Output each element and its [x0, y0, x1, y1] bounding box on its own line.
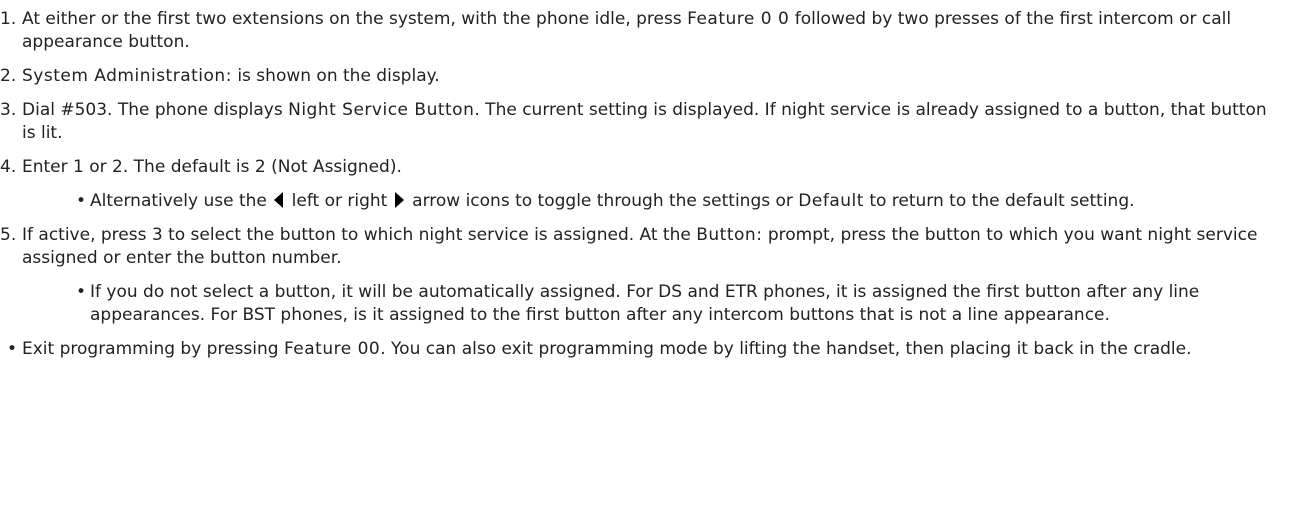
key-sequence: Feature 00: [283, 339, 381, 359]
bullet-marker: •: [7, 339, 18, 359]
exit-instruction: • Exit programming by pressing Feature 0…: [0, 338, 1282, 361]
step-4: 4. Enter 1 or 2. The default is 2 (Not A…: [0, 156, 1282, 179]
display-text: System Administration:: [22, 66, 232, 86]
step-number: 2.: [0, 66, 17, 86]
bullet-marker: •: [76, 282, 87, 302]
step-3: 3. Dial #503. The phone displays Night S…: [0, 99, 1282, 145]
key-sequence: Feature 0 0: [687, 9, 790, 29]
note-text: to return to the default setting.: [863, 191, 1135, 211]
step-4-note: • Alternatively use the left or right ar…: [0, 190, 1280, 213]
step-number: 3.: [0, 100, 17, 120]
step-5: 5. If active, press 3 to select the butt…: [0, 224, 1282, 270]
note-text: left or right: [286, 191, 393, 211]
right-arrow-icon: [394, 192, 404, 208]
step-number: 4.: [0, 157, 17, 177]
bullet-marker: •: [76, 191, 87, 211]
step-2: 2. System Administration: is shown on th…: [0, 65, 1282, 88]
step-number: 5.: [0, 225, 17, 245]
step-number: 1.: [0, 9, 17, 29]
step-text: Enter 1 or 2. The default is 2 (Not Assi…: [22, 157, 402, 177]
note-text: arrow icons to toggle through the settin…: [406, 191, 799, 211]
display-text: Night Service Button: [288, 100, 475, 120]
note-text: If you do not select a button, it will b…: [90, 282, 1200, 325]
instruction-text: Exit programming by pressing: [22, 339, 284, 359]
display-text: Button:: [696, 225, 763, 245]
left-arrow-icon: [274, 192, 284, 208]
step-text: At either or the first two extensions on…: [22, 9, 688, 29]
step-text: is shown on the display.: [231, 66, 440, 86]
instruction-text: . You can also exit programming mode by …: [380, 339, 1192, 359]
note-text: Alternatively use the: [90, 191, 273, 211]
step-text: If active, press 3 to select the button …: [22, 225, 697, 245]
step-text: Dial #503. The phone displays: [22, 100, 289, 120]
key-label: Default: [798, 191, 864, 211]
step-5-note: • If you do not select a button, it will…: [0, 281, 1280, 327]
instruction-document: 1. At either or the first two extensions…: [0, 0, 1292, 517]
step-1: 1. At either or the first two extensions…: [0, 8, 1282, 54]
